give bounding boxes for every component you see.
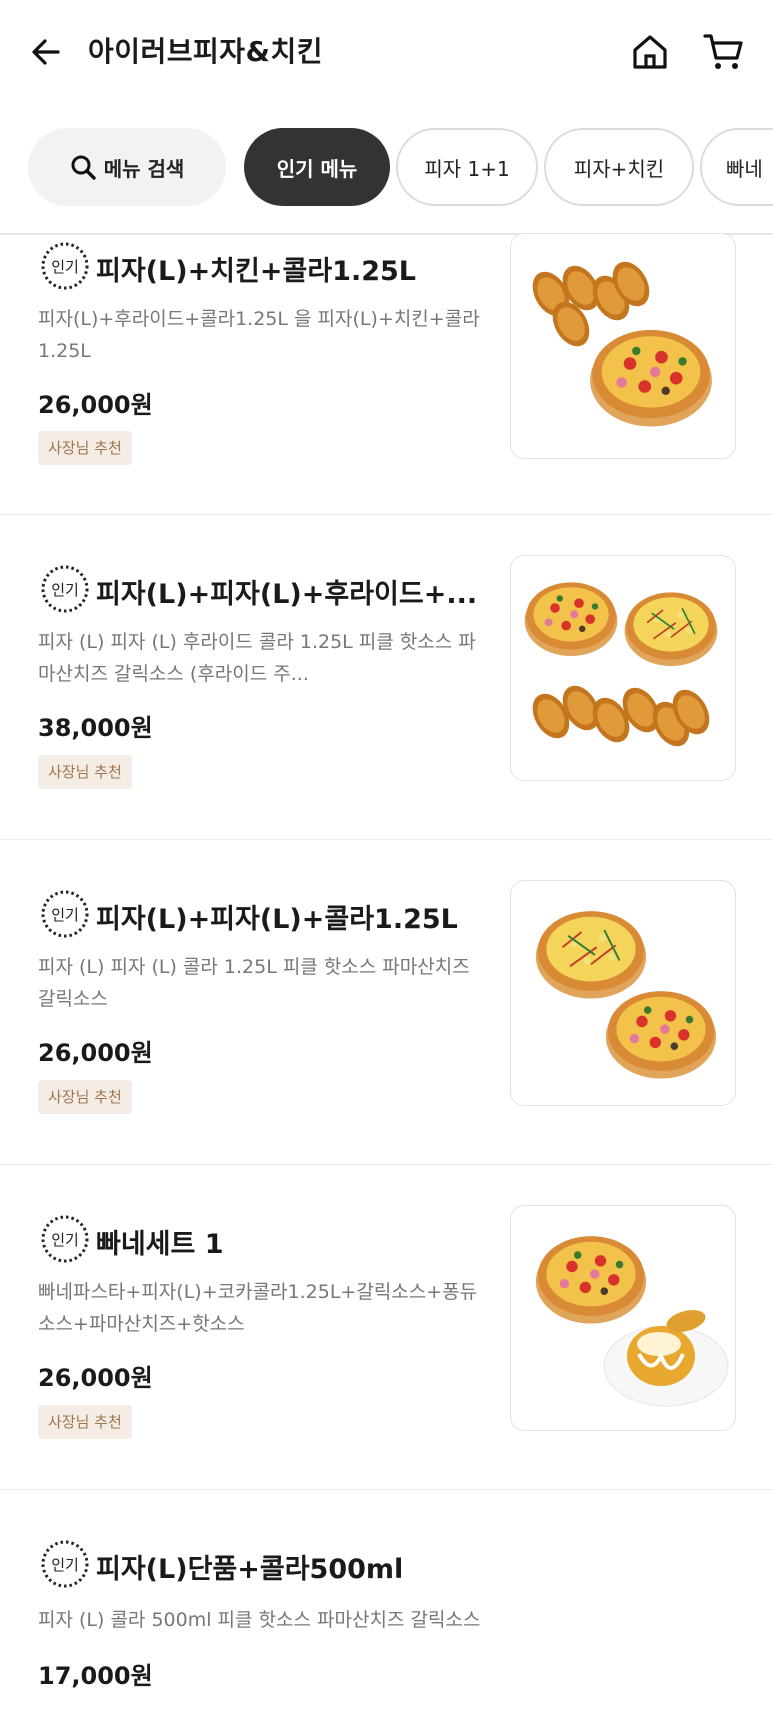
home-icon[interactable] xyxy=(630,32,670,72)
menu-item-price: 26,000원 xyxy=(38,391,153,419)
popular-badge-icon: 인기 xyxy=(41,242,89,290)
owner-recommend-tag: 사장님 추천 xyxy=(38,431,132,465)
cart-icon[interactable] xyxy=(703,32,745,72)
chip-pizza-chicken[interactable]: 피자+치킨 xyxy=(544,128,694,206)
pizza-chicken-image xyxy=(525,255,712,427)
menu-item-description: 피자 (L) 피자 (L) 콜라 1.25L 피클 핫소스 파마산치즈 갈릭소스 xyxy=(38,956,470,1010)
category-chip-bar: 메뉴 검색 인기 메뉴 피자 1+1 피자+치킨 빠네 xyxy=(28,128,773,208)
pizza-pane-image xyxy=(535,1236,729,1407)
top-app-bar: 아이러브피자&치킨 xyxy=(0,0,773,106)
menu-search-button[interactable]: 메뉴 검색 xyxy=(28,128,226,206)
menu-item-price: 26,000원 xyxy=(38,1364,153,1392)
popular-badge-icon: 인기 xyxy=(41,1215,89,1263)
search-icon xyxy=(71,155,96,180)
popular-badge-icon: 인기 xyxy=(41,890,89,938)
menu-search-label: 메뉴 검색 xyxy=(103,156,185,181)
menu-item-image xyxy=(510,1205,736,1431)
two-pizza-image xyxy=(534,910,717,1079)
back-arrow-icon[interactable] xyxy=(28,34,64,70)
owner-recommend-tag: 사장님 추천 xyxy=(38,755,132,789)
menu-item-description: 피자 (L) 피자 (L) 후라이드 콜라 1.25L 피클 핫소스 파마산치즈… xyxy=(38,631,476,685)
popular-badge-label: 인기 xyxy=(51,258,79,276)
popular-badge-label: 인기 xyxy=(51,1231,79,1249)
menu-item-name: 피자(L)단품+콜라500ml xyxy=(96,1554,404,1585)
menu-item[interactable]: 인기 빠네세트 1 빠네파스타+피자(L)+코카콜라1.25L+갈릭소스+퐁듀소… xyxy=(0,1165,773,1490)
popular-badge-label: 인기 xyxy=(51,906,79,924)
chip-pizza-1plus1[interactable]: 피자 1+1 xyxy=(396,128,538,206)
menu-item-description: 피자(L)+후라이드+콜라1.25L 을 피자(L)+치킨+콜라1.25L xyxy=(38,308,480,362)
popular-badge-label: 인기 xyxy=(51,1556,79,1574)
store-title: 아이러브피자&치킨 xyxy=(88,35,323,68)
popular-badge-icon: 인기 xyxy=(41,1540,89,1588)
menu-item-price: 38,000원 xyxy=(38,714,153,742)
menu-item-description: 빠네파스타+피자(L)+코카콜라1.25L+갈릭소스+퐁듀소스+파마산치즈+핫소… xyxy=(38,1281,478,1335)
menu-item-name: 피자(L)+치킨+콜라1.25L xyxy=(96,256,416,287)
menu-item[interactable]: 인기 피자(L)+피자(L)+후라이드+... 피자 (L) 피자 (L) 후라… xyxy=(0,515,773,840)
popular-badge-label: 인기 xyxy=(51,581,79,599)
menu-item-name: 피자(L)+피자(L)+후라이드+... xyxy=(96,579,478,610)
menu-item-name: 빠네세트 1 xyxy=(96,1229,224,1260)
menu-item[interactable]: 인기 피자(L)+피자(L)+콜라1.25L 피자 (L) 피자 (L) 콜라 … xyxy=(0,840,773,1165)
menu-item-price: 17,000원 xyxy=(38,1662,153,1690)
menu-item[interactable]: 인기 피자(L)+치킨+콜라1.25L 피자(L)+후라이드+콜라1.25L 을… xyxy=(0,233,773,515)
popular-badge-icon: 인기 xyxy=(41,565,89,613)
owner-recommend-tag: 사장님 추천 xyxy=(38,1405,132,1439)
menu-item-name: 피자(L)+피자(L)+콜라1.25L xyxy=(96,904,458,935)
menu-item-image xyxy=(510,233,736,459)
menu-item-description: 피자 (L) 콜라 500ml 피클 핫소스 파마산치즈 갈릭소스 xyxy=(38,1609,481,1631)
chip-pane[interactable]: 빠네 xyxy=(700,128,773,206)
owner-recommend-tag: 사장님 추천 xyxy=(38,1080,132,1114)
menu-item-image xyxy=(510,880,736,1106)
two-pizza-chicken-image xyxy=(524,582,719,753)
chip-popular-menu[interactable]: 인기 메뉴 xyxy=(244,128,390,206)
menu-item-price: 26,000원 xyxy=(38,1039,153,1067)
menu-item-image xyxy=(510,555,736,781)
menu-item[interactable]: 인기 피자(L)단품+콜라500ml 피자 (L) 콜라 500ml 피클 핫소… xyxy=(0,1490,773,1732)
